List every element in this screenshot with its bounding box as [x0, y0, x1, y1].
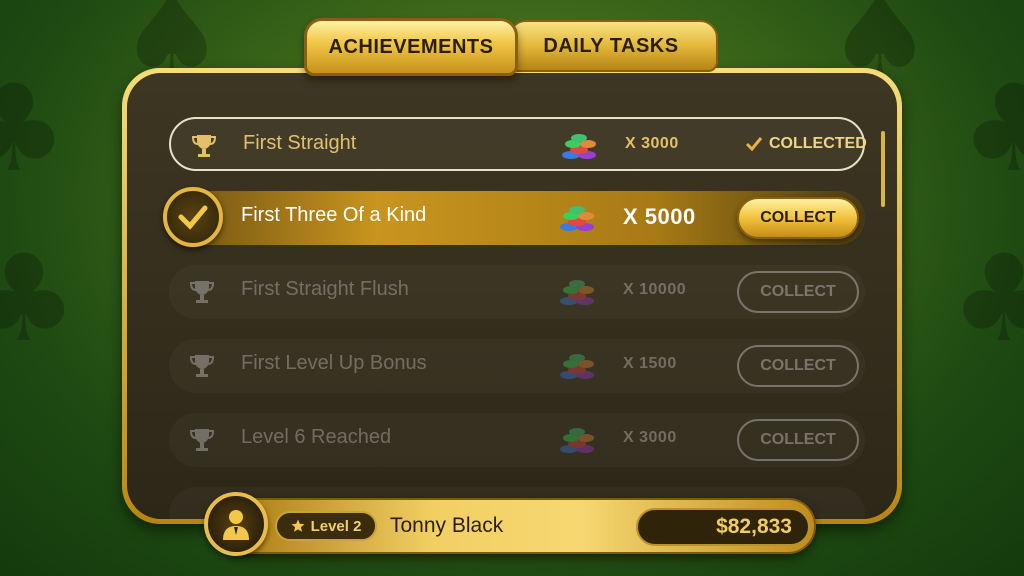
collect-button[interactable]: COLLECT — [737, 197, 859, 239]
achievement-row: Level 6 Reached X 3000 COLLECT — [169, 413, 865, 467]
achievements-list[interactable]: First Straight X 3000 COLLECTED First Th… — [127, 73, 897, 519]
achievement-reward: X 5000 — [623, 204, 696, 229]
achievement-title: First Straight Flush — [241, 278, 409, 300]
player-balance: $82,833 — [636, 508, 810, 546]
trophy-icon — [189, 281, 215, 303]
bg-club-suit: ♣ — [950, 230, 1024, 369]
collect-button[interactable]: COLLECT — [737, 345, 859, 387]
tab-daily-tasks-label: DAILY TASKS — [543, 34, 679, 57]
tab-achievements[interactable]: ACHIEVEMENTS — [304, 18, 518, 76]
completed-badge — [163, 187, 223, 247]
collect-button-label: COLLECT — [760, 283, 836, 300]
collect-button-label: COLLECT — [760, 431, 836, 448]
player-level: Level 2 — [310, 517, 362, 535]
achievement-reward: X 3000 — [623, 429, 677, 446]
collected-label: COLLECTED — [769, 135, 867, 152]
bg-club-suit: ♣ — [0, 230, 78, 369]
player-avatar[interactable] — [204, 492, 268, 556]
poker-chips-icon — [560, 206, 594, 231]
poker-chips-icon — [560, 280, 594, 305]
collected-status: COLLECTED — [745, 135, 867, 153]
poker-chips-icon — [560, 428, 594, 453]
collect-button[interactable]: COLLECT — [737, 271, 859, 313]
tab-achievements-label: ACHIEVEMENTS — [328, 35, 494, 58]
poker-chips-icon — [562, 134, 596, 159]
achievement-reward: X 3000 — [625, 135, 679, 152]
user-avatar-icon — [223, 510, 249, 540]
checkmark-icon — [745, 137, 763, 152]
achievement-row: First Three Of a Kind X 5000 COLLECT — [163, 187, 865, 247]
list-scrollbar[interactable] — [881, 131, 885, 207]
achievement-title: First Straight — [243, 132, 357, 154]
collect-button-label: COLLECT — [760, 357, 836, 374]
trophy-icon — [191, 135, 217, 157]
achievements-panel: First Straight X 3000 COLLECTED First Th… — [122, 68, 902, 524]
achievement-reward: X 1500 — [623, 355, 677, 372]
star-icon — [291, 519, 304, 532]
player-level-badge: Level 2 — [275, 511, 377, 541]
player-balance-value: $82,833 — [716, 515, 792, 538]
achievement-title: First Three Of a Kind — [241, 204, 427, 226]
achievement-row: First Straight Flush X 10000 COLLECT — [169, 265, 865, 319]
collect-button-label: COLLECT — [760, 209, 836, 226]
achievement-row: First Level Up Bonus X 1500 COLLECT — [169, 339, 865, 393]
achievement-reward: X 10000 — [623, 281, 687, 298]
trophy-icon — [189, 355, 215, 377]
checkmark-icon — [178, 205, 208, 230]
collect-button[interactable]: COLLECT — [737, 419, 859, 461]
player-name: Tonny Black — [390, 514, 504, 537]
bg-club-suit: ♣ — [960, 60, 1024, 199]
trophy-icon — [189, 429, 215, 451]
achievement-row: First Straight X 3000 COLLECTED — [169, 117, 867, 171]
poker-chips-icon — [560, 354, 594, 379]
bg-club-suit: ♣ — [0, 60, 68, 199]
achievement-title: Level 6 Reached — [241, 426, 392, 448]
tab-daily-tasks[interactable]: DAILY TASKS — [508, 20, 718, 72]
achievement-title: First Level Up Bonus — [241, 352, 427, 374]
